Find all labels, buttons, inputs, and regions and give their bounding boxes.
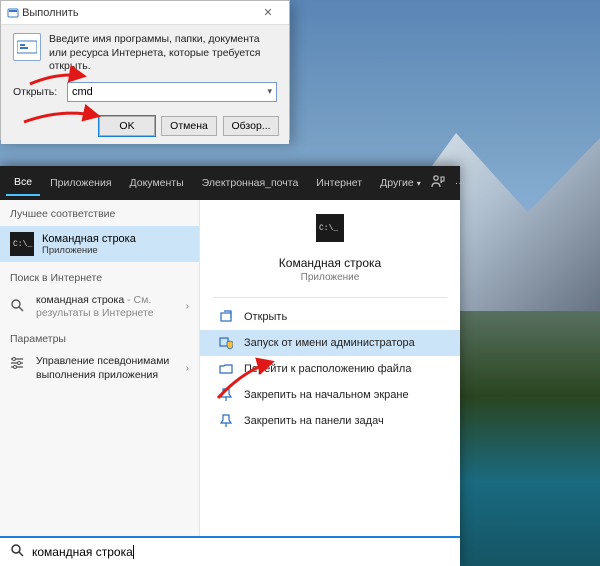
run-titlebar: Выполнить ✕ <box>1 1 289 25</box>
run-title-text: Выполнить <box>22 7 78 19</box>
feedback-icon[interactable] <box>431 175 445 192</box>
more-icon[interactable]: ··· <box>455 177 466 189</box>
close-icon[interactable]: ✕ <box>253 6 283 19</box>
pin-taskbar-icon <box>218 414 234 428</box>
divider <box>213 297 447 298</box>
best-match-header: Лучшее соответствие <box>0 200 199 224</box>
settings-list-icon <box>10 355 28 373</box>
chevron-right-icon: › <box>186 363 189 374</box>
annotation-arrow <box>216 360 276 405</box>
cmd-icon: C:\_ <box>316 214 344 242</box>
tab-other[interactable]: Другие ▾ <box>372 171 429 195</box>
action-run-as-admin[interactable]: Запуск от имени администратора <box>200 330 460 356</box>
chevron-down-icon: ▾ <box>267 86 272 97</box>
annotation-arrow <box>28 66 88 93</box>
search-icon <box>10 298 28 315</box>
cancel-button[interactable]: Отмена <box>161 116 217 136</box>
tab-apps[interactable]: Приложения <box>42 171 119 195</box>
action-open[interactable]: Открыть <box>200 304 460 330</box>
web-search-item[interactable]: командная строка - См. результаты в Инте… <box>0 288 199 325</box>
cmd-icon: C:\_ <box>10 232 34 256</box>
search-tabs: Все Приложения Документы Электронная_поч… <box>0 166 460 200</box>
best-match-title: Командная строка <box>42 233 136 245</box>
chevron-right-icon: › <box>186 301 189 312</box>
browse-button[interactable]: Обзор... <box>223 116 279 136</box>
web-search-header: Поиск в Интернете <box>0 264 199 288</box>
app-title: Командная строка <box>279 256 381 270</box>
search-input[interactable]: командная строка <box>0 536 460 566</box>
param-app-aliases[interactable]: Управление псевдонимами выполнения прило… <box>0 349 199 388</box>
search-text: командная строка <box>32 545 133 559</box>
text-cursor <box>133 545 134 559</box>
command-combobox[interactable]: cmd ▾ <box>67 82 277 102</box>
best-match-subtitle: Приложение <box>42 245 136 256</box>
parameters-header: Параметры <box>0 325 199 349</box>
tab-documents[interactable]: Документы <box>122 171 192 195</box>
chevron-down-icon: ▾ <box>417 179 421 188</box>
run-logo-icon <box>13 33 41 61</box>
tab-internet[interactable]: Интернет <box>308 171 370 195</box>
tab-all[interactable]: Все <box>6 170 40 196</box>
open-icon <box>218 310 234 324</box>
ok-button[interactable]: OK <box>99 116 155 136</box>
app-subtitle: Приложение <box>301 272 360 283</box>
results-left-column: Лучшее соответствие C:\_ Командная строк… <box>0 200 200 536</box>
tab-email[interactable]: Электронная_почта <box>194 171 307 195</box>
admin-shield-icon <box>218 336 234 350</box>
best-match-item[interactable]: C:\_ Командная строка Приложение <box>0 226 199 262</box>
annotation-arrow <box>22 104 102 131</box>
run-app-icon <box>7 7 19 19</box>
action-pin-taskbar[interactable]: Закрепить на панели задач <box>200 408 460 434</box>
search-icon <box>10 543 24 562</box>
